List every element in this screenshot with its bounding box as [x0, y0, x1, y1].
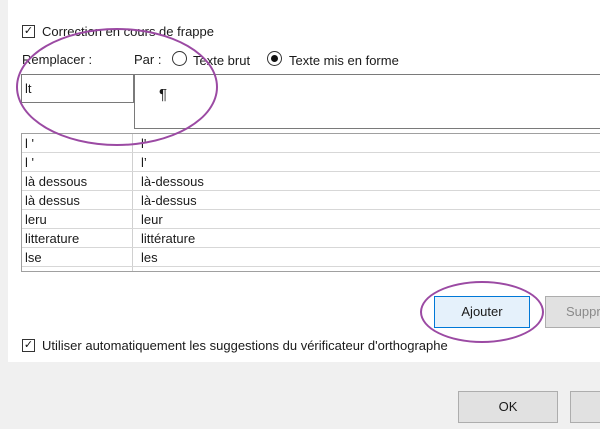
- entry-from: l ': [25, 155, 34, 170]
- entry-from: leru: [25, 212, 47, 227]
- formatted-text-label: Texte mis en forme: [289, 53, 399, 68]
- replace-input[interactable]: lt: [21, 74, 134, 103]
- table-row[interactable]: l ' l’: [22, 153, 600, 172]
- with-input[interactable]: ¶: [134, 74, 600, 129]
- table-row[interactable]: lse les: [22, 248, 600, 267]
- entry-to: les: [141, 250, 158, 265]
- entry-from: lse: [25, 250, 42, 265]
- use-suggestions-checkbox[interactable]: ✓: [22, 339, 35, 352]
- entry-to: leur: [141, 212, 163, 227]
- add-button[interactable]: Ajouter: [434, 296, 530, 328]
- replace-input-value: lt: [25, 81, 32, 96]
- entry-from: litterature: [25, 231, 80, 246]
- replace-label: Remplacer :: [22, 52, 93, 67]
- entry-from: l ': [25, 136, 34, 151]
- autocorrect-entries-table[interactable]: l ' l' l ' l’ là dessous là-dessous là d…: [21, 133, 600, 272]
- correct-as-you-type-checkbox[interactable]: ✓: [22, 25, 35, 38]
- cancel-button-partial[interactable]: [570, 391, 600, 423]
- ok-button[interactable]: OK: [458, 391, 558, 423]
- correct-as-you-type-label: Correction en cours de frappe: [42, 24, 214, 39]
- use-suggestions-label: Utiliser automatiquement les suggestions…: [42, 338, 448, 353]
- table-row[interactable]: leru leur: [22, 210, 600, 229]
- entry-to: l’: [141, 155, 147, 170]
- entry-to: littérature: [141, 231, 196, 246]
- formatted-text-radio[interactable]: [267, 51, 282, 66]
- delete-button[interactable]: Suppr: [545, 296, 600, 328]
- plain-text-label: Texte brut: [193, 53, 251, 68]
- table-row[interactable]: là dessous là-dessous: [22, 172, 600, 191]
- entry-to: là-dessous: [141, 174, 204, 189]
- table-row[interactable]: l ' l': [22, 134, 600, 153]
- plain-text-radio[interactable]: [172, 51, 187, 66]
- entry-to: l': [141, 136, 147, 151]
- table-row[interactable]: là dessus là-dessus: [22, 191, 600, 210]
- entry-from: là dessus: [25, 193, 80, 208]
- with-input-value: ¶: [159, 86, 168, 103]
- entry-from: là dessous: [25, 174, 88, 189]
- with-label: Par :: [134, 52, 162, 67]
- table-row[interactable]: litterature littérature: [22, 229, 600, 248]
- entry-to: là-dessus: [141, 193, 197, 208]
